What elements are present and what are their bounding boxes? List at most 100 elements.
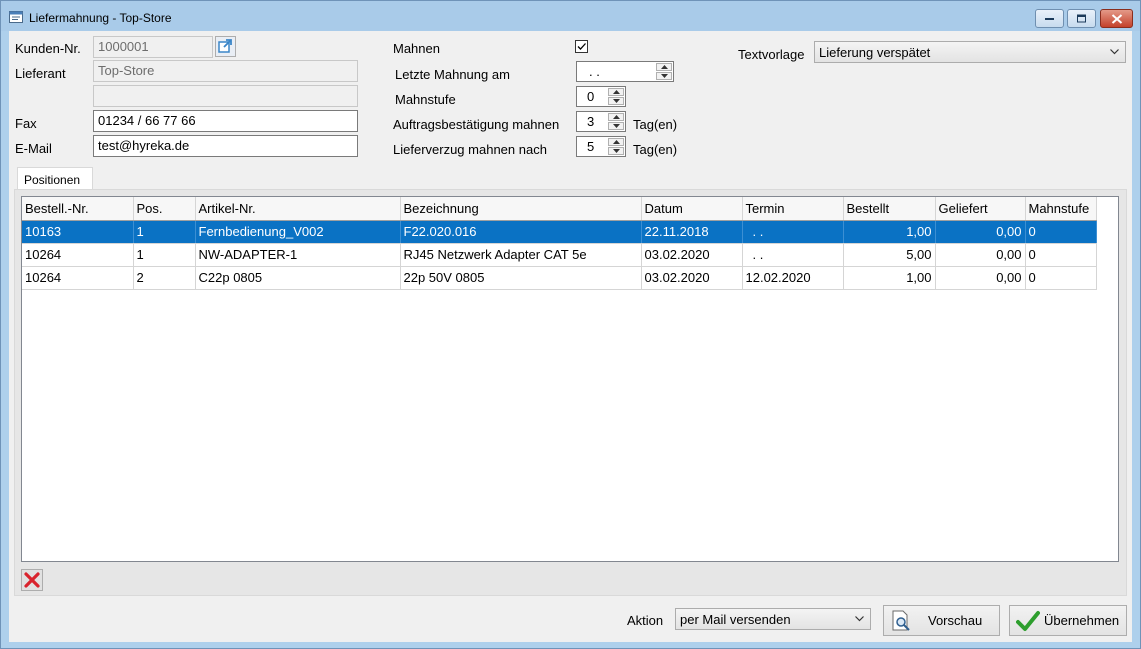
spin-up-button[interactable] bbox=[608, 138, 624, 146]
maximize-button[interactable] bbox=[1067, 9, 1096, 28]
spin-down-button[interactable] bbox=[608, 147, 624, 155]
table-cell: 10264 bbox=[22, 243, 134, 267]
table-cell: 03.02.2020 bbox=[641, 243, 743, 267]
arrow-down-icon bbox=[661, 74, 668, 78]
column-header[interactable]: Geliefert bbox=[935, 197, 1026, 221]
close-icon bbox=[1111, 13, 1122, 24]
table-cell: 5,00 bbox=[843, 243, 936, 267]
window-form-icon bbox=[9, 11, 23, 23]
table-cell: 03.02.2020 bbox=[641, 266, 743, 290]
table-cell: C22p 0805 bbox=[195, 266, 401, 290]
table-cell: 10163 bbox=[22, 220, 134, 244]
spin-down-button[interactable] bbox=[608, 122, 624, 130]
positions-table: Bestell.-Nr. Pos. Artikel-Nr. Bezeichnun… bbox=[22, 197, 1097, 290]
table-cell: 0 bbox=[1025, 243, 1097, 267]
letzte-mahnung-value: . . bbox=[589, 64, 600, 79]
mahnstufe-spinner[interactable]: 0 bbox=[576, 86, 626, 107]
column-header[interactable]: Bezeichnung bbox=[400, 197, 642, 221]
lieferverzug-label: Lieferverzug mahnen nach bbox=[393, 142, 547, 157]
chevron-down-icon bbox=[855, 616, 864, 622]
mahnen-label: Mahnen bbox=[393, 41, 440, 56]
column-header[interactable]: Datum bbox=[641, 197, 743, 221]
table-cell: 22.11.2018 bbox=[641, 220, 743, 244]
checkmark-icon bbox=[577, 43, 586, 50]
letzte-mahnung-label: Letzte Mahnung am bbox=[395, 67, 510, 82]
delete-position-button[interactable] bbox=[21, 569, 43, 591]
column-header[interactable]: Termin bbox=[742, 197, 844, 221]
arrow-up-icon bbox=[661, 65, 668, 69]
tab-positionen[interactable]: Positionen bbox=[17, 167, 93, 191]
table-cell: NW-ADAPTER-1 bbox=[195, 243, 401, 267]
table-cell: 1,00 bbox=[843, 220, 936, 244]
vorschau-button[interactable]: Vorschau bbox=[883, 605, 1000, 636]
table-cell: 12.02.2020 bbox=[742, 266, 844, 290]
auftragsbestaetigung-label: Auftragsbestätigung mahnen bbox=[393, 117, 560, 132]
uebernehmen-button[interactable]: Übernehmen bbox=[1009, 605, 1127, 636]
aktion-label: Aktion bbox=[627, 613, 664, 628]
table-cell: 0,00 bbox=[935, 266, 1026, 290]
application-window: Liefermahnung - Top-Store Kunden-Nr. 100… bbox=[0, 0, 1141, 649]
table-cell: 0 bbox=[1025, 220, 1097, 244]
table-cell: Fernbedienung_V002 bbox=[195, 220, 401, 244]
textvorlage-select[interactable]: Lieferung verspätet bbox=[814, 41, 1126, 63]
minimize-button[interactable] bbox=[1035, 9, 1064, 28]
arrow-down-icon bbox=[613, 124, 620, 128]
table-row[interactable]: 10163 1 Fernbedienung_V002 F22.020.016 2… bbox=[22, 220, 1097, 244]
external-link-icon bbox=[218, 39, 232, 53]
kunden-nr-field[interactable]: 1000001 bbox=[93, 36, 213, 58]
column-header[interactable]: Artikel-Nr. bbox=[195, 197, 401, 221]
letzte-mahnung-date-picker[interactable]: . . bbox=[576, 61, 674, 82]
title-bar[interactable]: Liefermahnung - Top-Store bbox=[1, 1, 1140, 31]
positions-grid[interactable]: Bestell.-Nr. Pos. Artikel-Nr. Bezeichnun… bbox=[21, 196, 1119, 562]
spin-up-button[interactable] bbox=[656, 63, 672, 71]
table-cell: 0 bbox=[1025, 266, 1097, 290]
table-row[interactable]: 10264 2 C22p 0805 22p 50V 0805 03.02.202… bbox=[22, 266, 1097, 290]
arrow-up-icon bbox=[613, 90, 620, 94]
minimize-icon bbox=[1044, 17, 1054, 20]
lieferverzug-spinner[interactable]: 5 bbox=[576, 136, 626, 157]
auftragsbestaetigung-unit: Tag(en) bbox=[633, 117, 678, 132]
restore-icon bbox=[1076, 14, 1086, 22]
column-header[interactable]: Bestellt bbox=[843, 197, 936, 221]
date-spinner[interactable] bbox=[656, 63, 672, 80]
mahnen-checkbox[interactable] bbox=[575, 40, 588, 53]
uebernehmen-label: Übernehmen bbox=[1044, 613, 1120, 628]
table-cell: RJ45 Netzwerk Adapter CAT 5e bbox=[400, 243, 642, 267]
chevron-down-icon bbox=[1110, 49, 1119, 55]
lieferant-field[interactable]: Top-Store bbox=[93, 60, 358, 82]
table-cell: 2 bbox=[133, 266, 196, 290]
table-cell: 1,00 bbox=[843, 266, 936, 290]
textvorlage-value: Lieferung verspätet bbox=[819, 45, 931, 60]
arrow-down-icon bbox=[613, 149, 620, 153]
email-label: E-Mail bbox=[15, 141, 52, 156]
aktion-value: per Mail versenden bbox=[680, 612, 791, 627]
close-button[interactable] bbox=[1100, 9, 1133, 28]
lieferverzug-value: 5 bbox=[587, 139, 595, 154]
spin-down-button[interactable] bbox=[656, 72, 672, 80]
positionen-panel: Bestell.-Nr. Pos. Artikel-Nr. Bezeichnun… bbox=[14, 189, 1127, 596]
column-header[interactable]: Mahnstufe bbox=[1025, 197, 1097, 221]
arrow-down-icon bbox=[613, 99, 620, 103]
mahnstufe-value: 0 bbox=[587, 89, 595, 104]
mahnstufe-label: Mahnstufe bbox=[395, 92, 456, 107]
arrow-up-icon bbox=[613, 115, 620, 119]
fax-field[interactable]: 01234 / 66 77 66 bbox=[93, 110, 358, 132]
open-customer-button[interactable] bbox=[215, 36, 236, 57]
spin-up-button[interactable] bbox=[608, 88, 624, 96]
table-cell: 0,00 bbox=[935, 243, 1026, 267]
arrow-up-icon bbox=[613, 140, 620, 144]
column-header[interactable]: Bestell.-Nr. bbox=[22, 197, 134, 221]
table-row[interactable]: 10264 1 NW-ADAPTER-1 RJ45 Netzwerk Adapt… bbox=[22, 243, 1097, 267]
spin-up-button[interactable] bbox=[608, 113, 624, 121]
lieferverzug-unit: Tag(en) bbox=[633, 142, 678, 157]
aktion-select[interactable]: per Mail versenden bbox=[675, 608, 871, 630]
preview-magnifier-icon bbox=[892, 610, 910, 631]
table-cell: 0,00 bbox=[935, 220, 1026, 244]
checkmark-icon bbox=[1016, 611, 1040, 631]
email-field[interactable]: test@hyreka.de bbox=[93, 135, 358, 157]
column-header[interactable]: Pos. bbox=[133, 197, 196, 221]
spin-down-button[interactable] bbox=[608, 97, 624, 105]
lieferant-line2-field[interactable] bbox=[93, 85, 358, 107]
vorschau-label: Vorschau bbox=[928, 613, 983, 628]
auftragsbestaetigung-spinner[interactable]: 3 bbox=[576, 111, 626, 132]
